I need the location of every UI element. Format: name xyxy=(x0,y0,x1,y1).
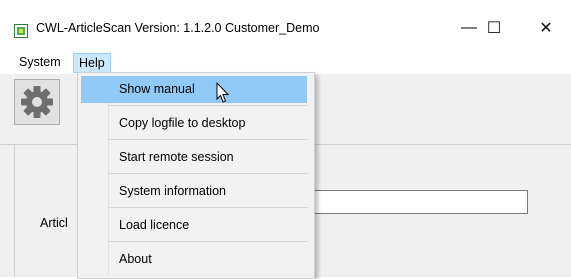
menu-separator xyxy=(108,241,308,242)
gear-icon xyxy=(21,86,53,118)
menu-item-copy-logfile[interactable]: Copy logfile to desktop xyxy=(81,110,307,137)
menu-item-system-information[interactable]: System information xyxy=(81,178,307,205)
menu-separator xyxy=(108,173,308,174)
menu-item-start-remote-session[interactable]: Start remote session xyxy=(81,144,307,171)
title-bar[interactable]: CWL-ArticleScan Version: 1.1.2.0 Custome… xyxy=(0,0,571,52)
window-title: CWL-ArticleScan Version: 1.1.2.0 Custome… xyxy=(36,21,320,35)
mouse-cursor-icon xyxy=(216,82,230,103)
settings-button[interactable] xyxy=(14,79,60,125)
close-button[interactable]: ✕ xyxy=(523,13,569,43)
menu-separator xyxy=(108,139,308,140)
app-window: CWL-ArticleScan Version: 1.1.2.0 Custome… xyxy=(0,0,571,279)
menu-item-show-manual[interactable]: Show manual xyxy=(81,76,307,103)
menu-system[interactable]: System xyxy=(14,52,66,72)
article-label: Articl xyxy=(40,216,68,230)
menu-separator xyxy=(108,105,308,106)
app-logo-icon xyxy=(14,24,28,38)
article-input[interactable] xyxy=(300,190,528,214)
help-dropdown-menu: Show manual Copy logfile to desktop Star… xyxy=(77,72,315,279)
menu-item-about[interactable]: About xyxy=(81,246,307,273)
menu-separator xyxy=(108,207,308,208)
menu-item-load-licence[interactable]: Load licence xyxy=(81,212,307,239)
menu-help[interactable]: Help xyxy=(73,53,111,73)
maximize-button[interactable]: ☐ xyxy=(471,13,517,43)
menu-bar: System Help xyxy=(0,52,571,74)
